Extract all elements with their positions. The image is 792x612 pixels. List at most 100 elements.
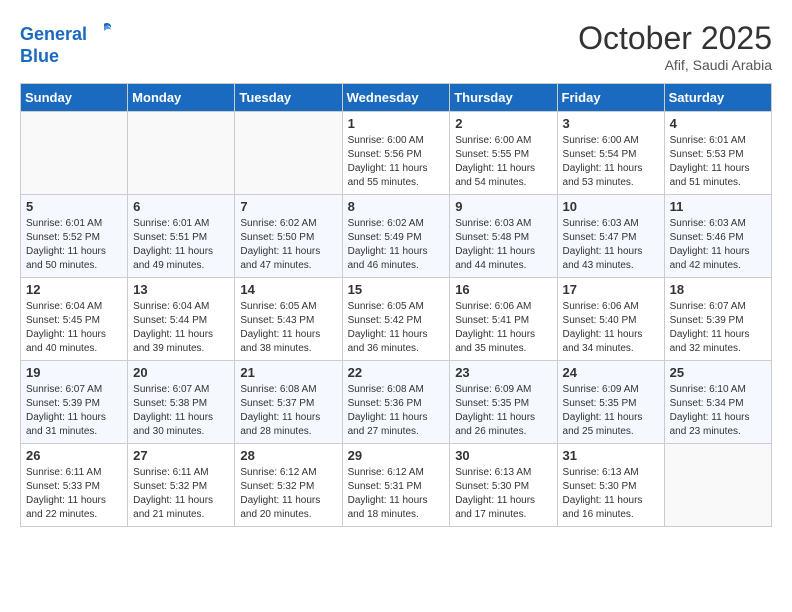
day-info: Sunrise: 6:03 AM Sunset: 5:47 PM Dayligh…: [563, 217, 659, 273]
calendar-cell: [235, 112, 342, 195]
day-number: 20: [133, 365, 229, 380]
calendar-cell: 2 Sunrise: 6:00 AM Sunset: 5:55 PM Daylig…: [450, 112, 557, 195]
day-number: 10: [563, 199, 659, 214]
calendar-cell: 14 Sunrise: 6:05 AM Sunset: 5:43 PM Dayli…: [235, 278, 342, 361]
day-info: Sunrise: 6:13 AM Sunset: 5:30 PM Dayligh…: [455, 466, 551, 522]
calendar-week-4: 19 Sunrise: 6:07 AM Sunset: 5:39 PM Dayli…: [21, 361, 772, 444]
day-number: 3: [563, 116, 659, 131]
day-info: Sunrise: 6:05 AM Sunset: 5:43 PM Dayligh…: [240, 300, 336, 356]
day-info: Sunrise: 6:07 AM Sunset: 5:39 PM Dayligh…: [670, 300, 766, 356]
day-info: Sunrise: 6:00 AM Sunset: 5:56 PM Dayligh…: [348, 134, 445, 190]
calendar-cell: [21, 112, 128, 195]
calendar-cell: 6 Sunrise: 6:01 AM Sunset: 5:51 PM Daylig…: [128, 195, 235, 278]
logo-bird-icon: [94, 20, 114, 40]
calendar-week-2: 5 Sunrise: 6:01 AM Sunset: 5:52 PM Daylig…: [21, 195, 772, 278]
calendar-week-1: 1 Sunrise: 6:00 AM Sunset: 5:56 PM Daylig…: [21, 112, 772, 195]
day-number: 29: [348, 448, 445, 463]
calendar-cell: 26Sunrise: 6:11 AM Sunset: 5:33 PM Dayli…: [21, 444, 128, 527]
day-info: Sunrise: 6:01 AM Sunset: 5:51 PM Dayligh…: [133, 217, 229, 273]
location-subtitle: Afif, Saudi Arabia: [578, 57, 772, 73]
calendar-cell: 16Sunrise: 6:06 AM Sunset: 5:41 PM Dayli…: [450, 278, 557, 361]
logo: General Blue: [20, 20, 114, 67]
calendar-cell: 21 Sunrise: 6:08 AM Sunset: 5:37 PM Dayli…: [235, 361, 342, 444]
day-number: 31: [563, 448, 659, 463]
day-number: 11: [670, 199, 766, 214]
day-number: 23: [455, 365, 551, 380]
calendar-cell: 19 Sunrise: 6:07 AM Sunset: 5:39 PM Dayli…: [21, 361, 128, 444]
day-number: 6: [133, 199, 229, 214]
calendar-cell: 12Sunrise: 6:04 AM Sunset: 5:45 PM Dayli…: [21, 278, 128, 361]
calendar-cell: [664, 444, 771, 527]
day-info: Sunrise: 6:11 AM Sunset: 5:33 PM Dayligh…: [26, 466, 122, 522]
calendar-cell: 22 Sunrise: 6:08 AM Sunset: 5:36 PM Dayli…: [342, 361, 450, 444]
day-number: 5: [26, 199, 122, 214]
day-info: Sunrise: 6:03 AM Sunset: 5:46 PM Dayligh…: [670, 217, 766, 273]
day-info: Sunrise: 6:08 AM Sunset: 5:37 PM Dayligh…: [240, 383, 336, 439]
day-info: Sunrise: 6:06 AM Sunset: 5:40 PM Dayligh…: [563, 300, 659, 356]
calendar-cell: 23 Sunrise: 6:09 AM Sunset: 5:35 PM Dayli…: [450, 361, 557, 444]
day-info: Sunrise: 6:13 AM Sunset: 5:30 PM Dayligh…: [563, 466, 659, 522]
day-number: 12: [26, 282, 122, 297]
day-info: Sunrise: 6:03 AM Sunset: 5:48 PM Dayligh…: [455, 217, 551, 273]
calendar-cell: 17 Sunrise: 6:06 AM Sunset: 5:40 PM Dayli…: [557, 278, 664, 361]
day-info: Sunrise: 6:02 AM Sunset: 5:49 PM Dayligh…: [348, 217, 445, 273]
month-title: October 2025: [578, 20, 772, 57]
calendar-cell: 28Sunrise: 6:12 AM Sunset: 5:32 PM Dayli…: [235, 444, 342, 527]
day-number: 2: [455, 116, 551, 131]
day-info: Sunrise: 6:01 AM Sunset: 5:53 PM Dayligh…: [670, 134, 766, 190]
day-number: 8: [348, 199, 445, 214]
day-info: Sunrise: 6:10 AM Sunset: 5:34 PM Dayligh…: [670, 383, 766, 439]
day-number: 21: [240, 365, 336, 380]
day-number: 17: [563, 282, 659, 297]
calendar-cell: 5 Sunrise: 6:01 AM Sunset: 5:52 PM Daylig…: [21, 195, 128, 278]
calendar-cell: 29Sunrise: 6:12 AM Sunset: 5:31 PM Dayli…: [342, 444, 450, 527]
calendar-cell: 11 Sunrise: 6:03 AM Sunset: 5:46 PM Dayli…: [664, 195, 771, 278]
weekday-header-wednesday: Wednesday: [342, 84, 450, 112]
day-number: 25: [670, 365, 766, 380]
weekday-header-sunday: Sunday: [21, 84, 128, 112]
calendar-week-5: 26Sunrise: 6:11 AM Sunset: 5:33 PM Dayli…: [21, 444, 772, 527]
calendar-cell: 31 Sunrise: 6:13 AM Sunset: 5:30 PM Dayli…: [557, 444, 664, 527]
calendar-cell: 24Sunrise: 6:09 AM Sunset: 5:35 PM Dayli…: [557, 361, 664, 444]
day-info: Sunrise: 6:02 AM Sunset: 5:50 PM Dayligh…: [240, 217, 336, 273]
calendar-cell: 1 Sunrise: 6:00 AM Sunset: 5:56 PM Daylig…: [342, 112, 450, 195]
calendar-cell: 15 Sunrise: 6:05 AM Sunset: 5:42 PM Dayli…: [342, 278, 450, 361]
day-info: Sunrise: 6:00 AM Sunset: 5:55 PM Dayligh…: [455, 134, 551, 190]
calendar-cell: 7Sunrise: 6:02 AM Sunset: 5:50 PM Daylig…: [235, 195, 342, 278]
weekday-header-tuesday: Tuesday: [235, 84, 342, 112]
day-info: Sunrise: 6:12 AM Sunset: 5:32 PM Dayligh…: [240, 466, 336, 522]
calendar-cell: 25 Sunrise: 6:10 AM Sunset: 5:34 PM Dayli…: [664, 361, 771, 444]
day-info: Sunrise: 6:09 AM Sunset: 5:35 PM Dayligh…: [455, 383, 551, 439]
calendar-cell: 9 Sunrise: 6:03 AM Sunset: 5:48 PM Daylig…: [450, 195, 557, 278]
day-number: 4: [670, 116, 766, 131]
calendar-cell: 13Sunrise: 6:04 AM Sunset: 5:44 PM Dayli…: [128, 278, 235, 361]
logo-general: General: [20, 24, 87, 44]
day-number: 18: [670, 282, 766, 297]
calendar-cell: 20 Sunrise: 6:07 AM Sunset: 5:38 PM Dayli…: [128, 361, 235, 444]
calendar-week-3: 12Sunrise: 6:04 AM Sunset: 5:45 PM Dayli…: [21, 278, 772, 361]
calendar-table: SundayMondayTuesdayWednesdayThursdayFrid…: [20, 83, 772, 527]
day-info: Sunrise: 6:05 AM Sunset: 5:42 PM Dayligh…: [348, 300, 445, 356]
day-info: Sunrise: 6:07 AM Sunset: 5:38 PM Dayligh…: [133, 383, 229, 439]
day-number: 16: [455, 282, 551, 297]
day-info: Sunrise: 6:09 AM Sunset: 5:35 PM Dayligh…: [563, 383, 659, 439]
day-number: 19: [26, 365, 122, 380]
day-number: 30: [455, 448, 551, 463]
calendar-cell: 3 Sunrise: 6:00 AM Sunset: 5:54 PM Daylig…: [557, 112, 664, 195]
day-info: Sunrise: 6:00 AM Sunset: 5:54 PM Dayligh…: [563, 134, 659, 190]
weekday-header-thursday: Thursday: [450, 84, 557, 112]
title-area: October 2025 Afif, Saudi Arabia: [578, 20, 772, 73]
day-number: 22: [348, 365, 445, 380]
day-number: 15: [348, 282, 445, 297]
calendar-cell: [128, 112, 235, 195]
day-info: Sunrise: 6:07 AM Sunset: 5:39 PM Dayligh…: [26, 383, 122, 439]
day-info: Sunrise: 6:11 AM Sunset: 5:32 PM Dayligh…: [133, 466, 229, 522]
day-number: 1: [348, 116, 445, 131]
day-number: 27: [133, 448, 229, 463]
calendar-cell: 27 Sunrise: 6:11 AM Sunset: 5:32 PM Dayli…: [128, 444, 235, 527]
calendar-cell: 8 Sunrise: 6:02 AM Sunset: 5:49 PM Daylig…: [342, 195, 450, 278]
day-info: Sunrise: 6:08 AM Sunset: 5:36 PM Dayligh…: [348, 383, 445, 439]
day-info: Sunrise: 6:01 AM Sunset: 5:52 PM Dayligh…: [26, 217, 122, 273]
day-number: 9: [455, 199, 551, 214]
day-number: 14: [240, 282, 336, 297]
